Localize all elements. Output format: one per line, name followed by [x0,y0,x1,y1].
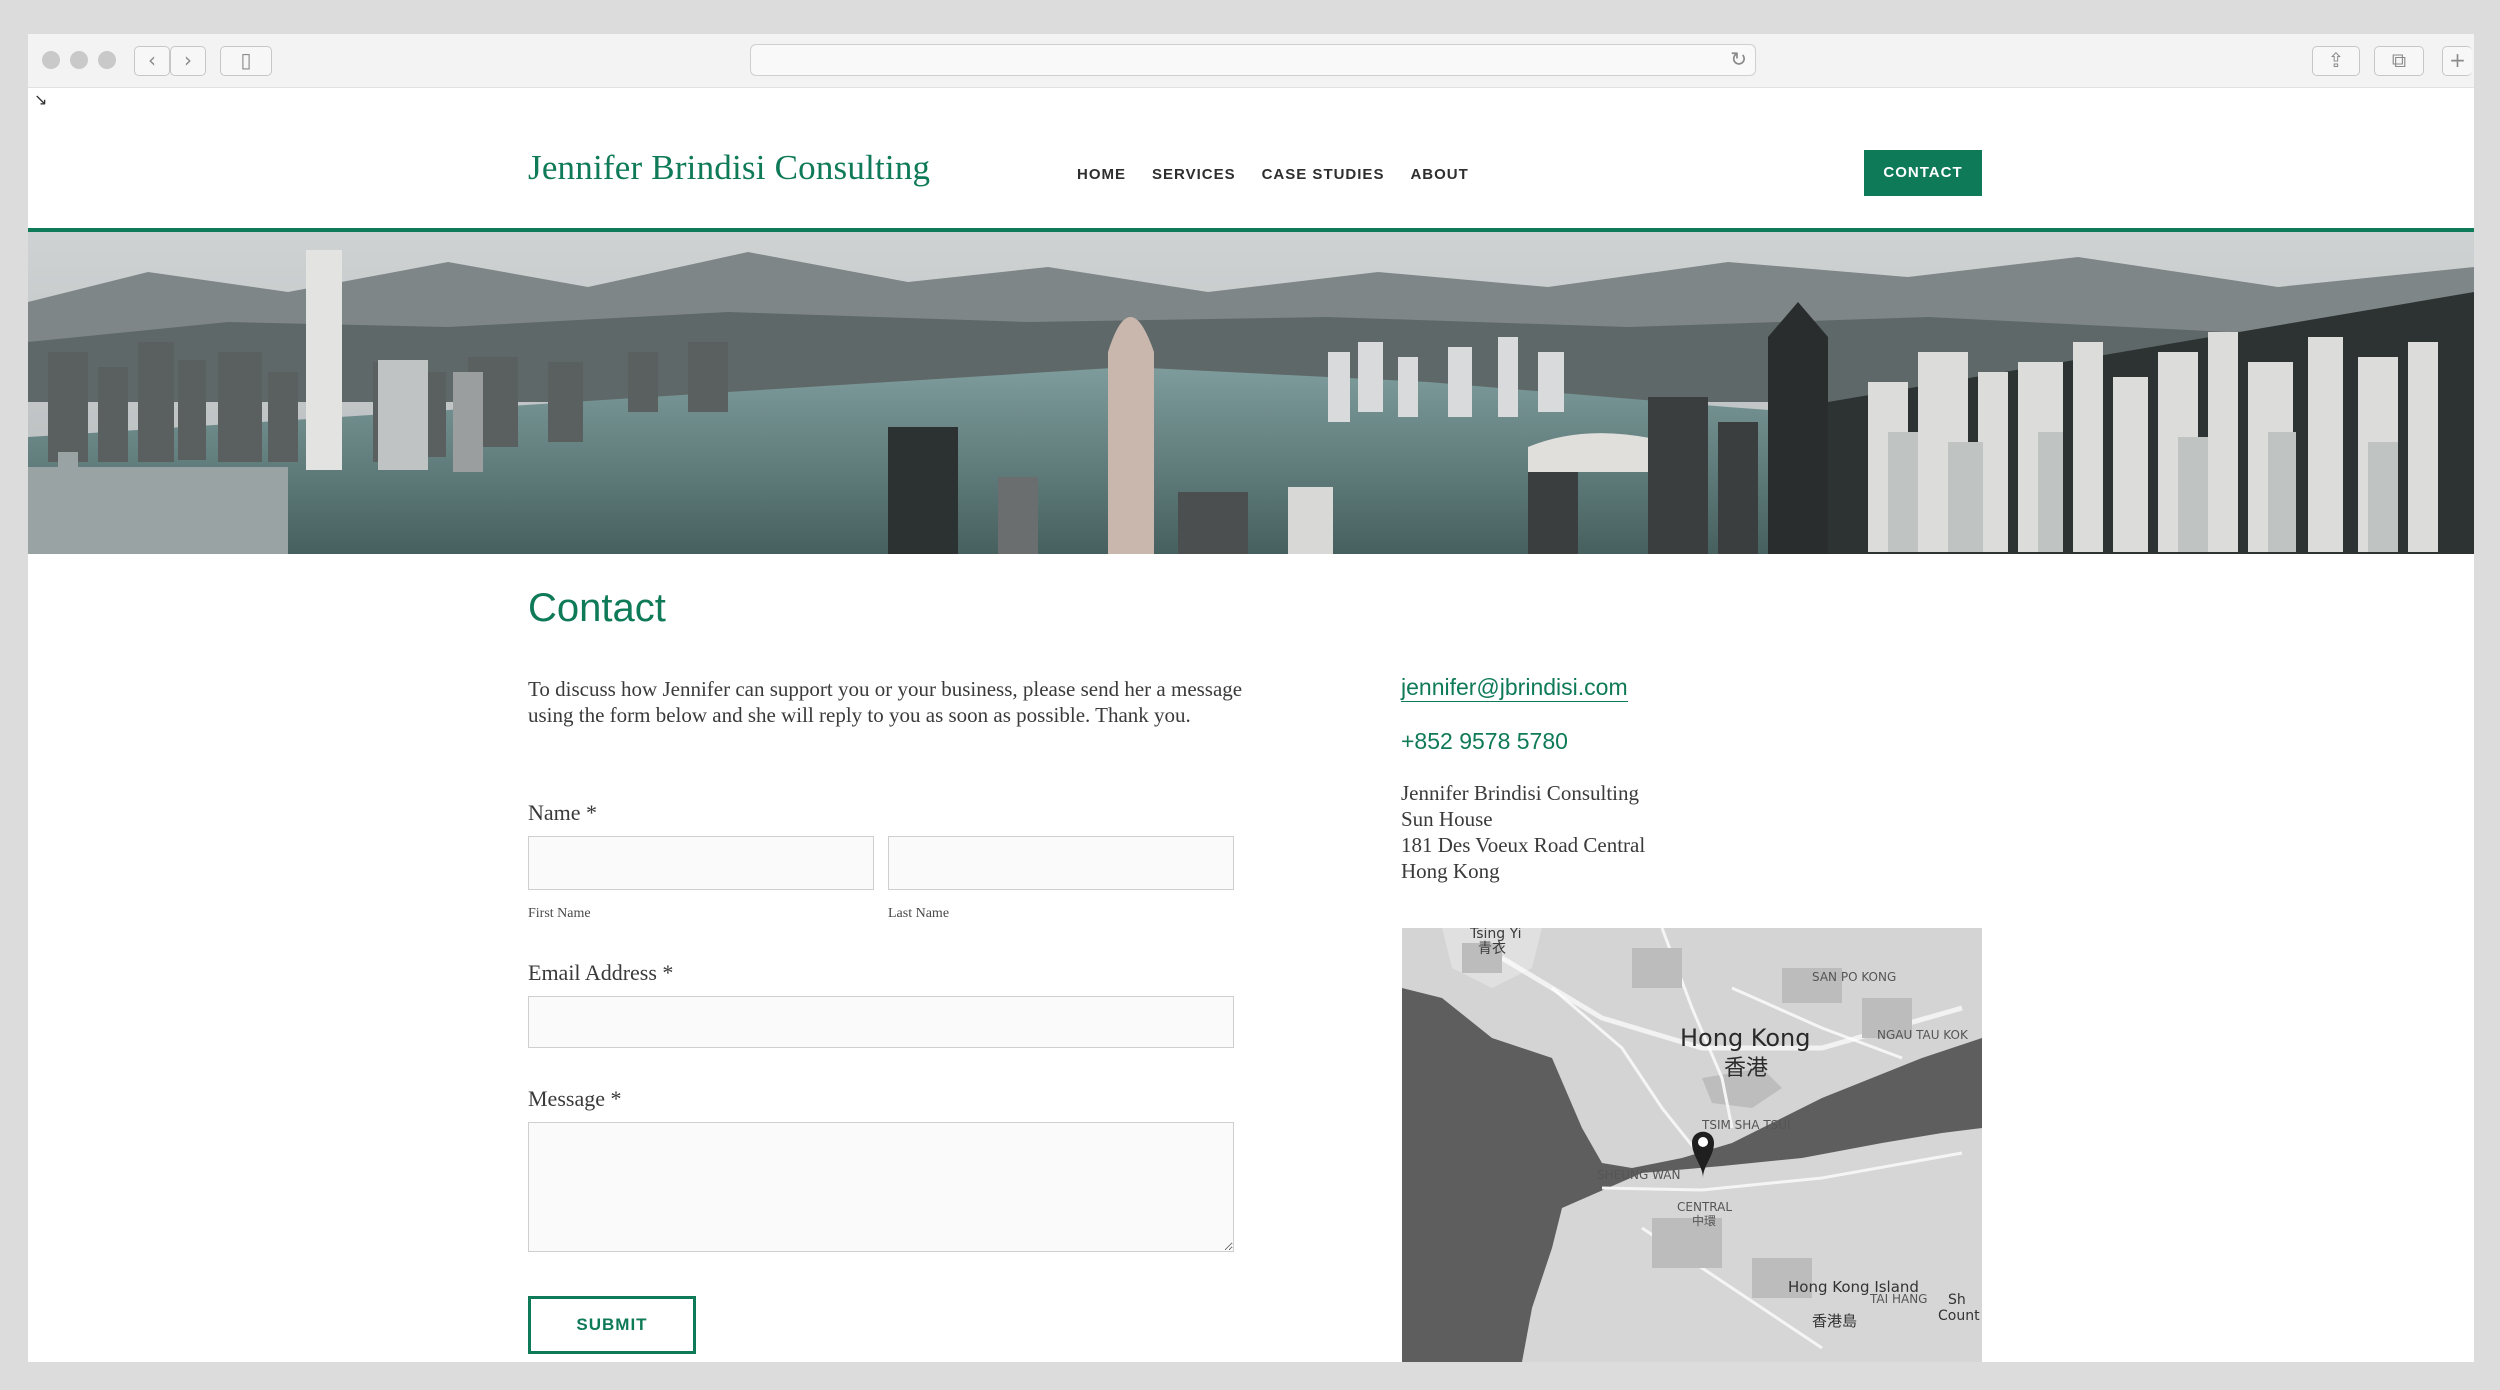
minimize-window-icon[interactable] [70,51,88,69]
skyline-illustration [28,232,2474,554]
site-title[interactable]: Jennifer Brindisi Consulting [528,148,930,188]
map-label-hong-kong: Hong Kong [1680,1024,1811,1052]
map-label-tai-hang: TAI HANG [1870,1292,1928,1306]
address-bar[interactable]: ↻ [750,44,1756,76]
back-icon[interactable]: ‹ [134,46,170,76]
sidebar-toggle-icon[interactable]: ▯ [220,46,272,76]
nav-home[interactable]: HOME [1077,166,1126,183]
map-label-san-po-kong: SAN PO KONG [1812,970,1897,984]
map-label-sh: Sh [1948,1292,1966,1308]
map-label-tsing-yi-zh: 青衣 [1478,941,1506,957]
close-window-icon[interactable] [42,51,60,69]
map-label-hong-kong-zh: 香港 [1724,1056,1769,1081]
map-label-central-zh: 中環 [1692,1214,1717,1228]
contact-phone-link[interactable]: +852 9578 5780 [1401,728,1568,755]
browser-toolbar: ‹ › ▯ ↻ ⇪ ⧉ + [28,34,2474,88]
message-textarea[interactable] [528,1122,1234,1252]
last-name-input[interactable] [888,836,1234,890]
last-name-sublabel: Last Name [888,906,950,921]
map-label-hk-island-zh: 香港島 [1812,1312,1858,1330]
share-icon[interactable]: ⇪ [2312,46,2360,76]
map-label-ngau-tau-kok: NGAU TAU KOK [1877,1028,1968,1042]
contact-email-link[interactable]: jennifer@jbrindisi.com [1401,674,1628,702]
submit-button[interactable]: SUBMIT [528,1296,696,1354]
message-label: Message * [528,1086,622,1111]
postal-address: Jennifer Brindisi Consulting Sun House 1… [1401,780,1645,884]
reload-icon[interactable]: ↻ [1730,47,1747,71]
hero-banner-image [28,232,2474,554]
email-field[interactable] [528,996,1234,1048]
contact-nav-button[interactable]: CONTACT [1864,150,1982,196]
address-line: Hong Kong [1401,859,1500,883]
page-title: Contact [528,586,666,630]
browser-window: ‹ › ▯ ↻ ⇪ ⧉ + Jennifer Brindisi Consulti… [28,34,2474,1362]
location-map[interactable]: Tsing Yi 青衣 Hong Kong 香港 SAN PO KONG NGA… [1402,928,1982,1362]
map-label-country: Count [1938,1308,1980,1324]
map-label-tsim-sha-tsui: TSIM SHA TSUI [1702,1118,1791,1132]
resize-arrow-icon: ↘ [34,90,48,109]
nav-services[interactable]: SERVICES [1152,166,1236,183]
address-line: 181 Des Voeux Road Central [1401,833,1646,857]
nav-case-studies[interactable]: CASE STUDIES [1262,166,1385,183]
intro-text: To discuss how Jennifer can support you … [528,677,1243,727]
map-label-sheung-wan: SHEUNG WAN [1597,1168,1681,1182]
address-line: Sun House [1401,807,1493,831]
new-tab-icon[interactable]: + [2442,46,2472,76]
first-name-input[interactable] [528,836,874,890]
maximize-window-icon[interactable] [98,51,116,69]
site-header: Jennifer Brindisi Consulting HOME SERVIC… [28,88,2474,228]
first-name-sublabel: First Name [528,906,591,921]
nav-about[interactable]: ABOUT [1410,166,1468,183]
forward-icon[interactable]: › [170,46,206,76]
address-line: Jennifer Brindisi Consulting [1401,781,1639,805]
main-nav: HOME SERVICES CASE STUDIES ABOUT [1077,166,1469,183]
tabs-overview-icon[interactable]: ⧉ [2374,46,2424,76]
email-label: Email Address * [528,960,674,985]
name-label: Name * [528,800,598,825]
